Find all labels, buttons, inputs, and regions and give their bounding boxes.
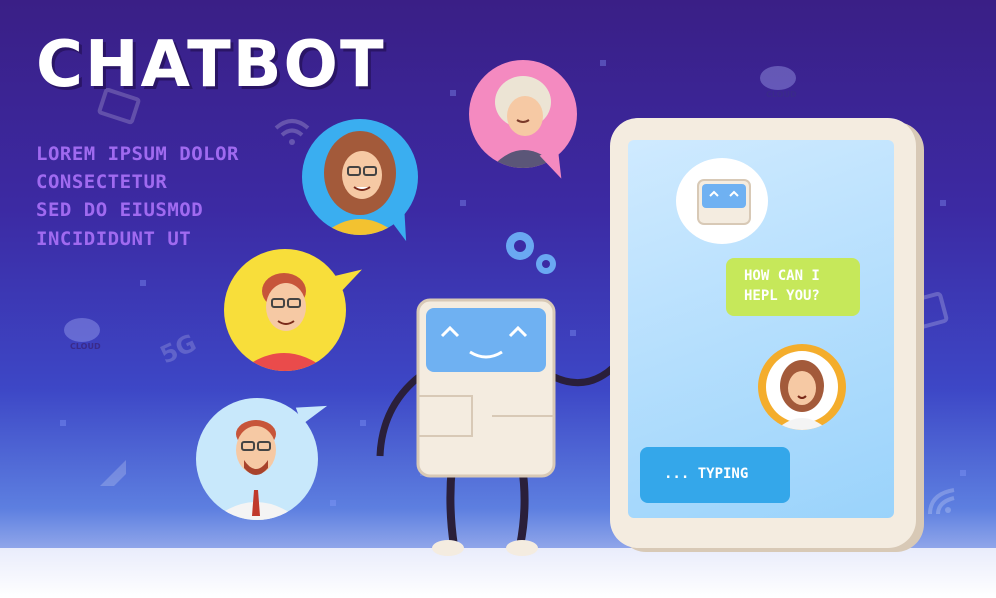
pixel-dot	[330, 500, 336, 506]
man-glasses-avatar	[240, 273, 328, 371]
subtext-line: LOREM IPSUM DOLOR	[36, 143, 239, 165]
pixel-dot	[60, 420, 66, 426]
cloud-label: CLOUD	[70, 342, 101, 351]
avatar-bubble-man-glasses	[224, 249, 346, 371]
bubble-tail	[387, 209, 415, 245]
pixel-dot	[140, 280, 146, 286]
woman-avatar	[766, 351, 838, 430]
5g-icon: 5G	[155, 328, 201, 370]
headline: CHATBOT	[36, 28, 386, 102]
pixel-dot	[940, 200, 946, 206]
chat-typing-text: ... TYPING	[664, 466, 749, 482]
subtext-line: CONSECTETUR	[36, 171, 168, 193]
chat-message-line: HEPL YOU?	[744, 288, 820, 304]
robot-face-icon	[697, 179, 751, 225]
pixel-dot	[460, 200, 466, 206]
chat-avatar-user	[758, 344, 846, 430]
subtext-line: SED DO EIUSMOD	[36, 199, 204, 221]
bubble-tail	[539, 147, 571, 183]
wifi-icon	[274, 119, 310, 145]
wifi-icon	[928, 488, 955, 515]
bubble-tail	[295, 397, 331, 425]
cursor-icon	[100, 460, 126, 486]
cloud-label: CLOUD	[766, 90, 797, 99]
pixel-dot	[450, 90, 456, 96]
gears-icon	[506, 232, 556, 274]
chat-avatar-bot	[676, 158, 768, 244]
subtext-line: INCIDIDUNT UT	[36, 228, 192, 250]
pixel-dot	[960, 470, 966, 476]
chat-message-bot-text: HOW CAN I HEPL YOU?	[744, 266, 854, 306]
chatbot-illustration: CLOUD CLOUD 5G CHATBOT LOREM IPSUM DOLOR…	[0, 0, 996, 598]
avatar-bubble-elderly-woman	[469, 60, 577, 168]
chat-message-line: HOW CAN I	[744, 268, 820, 284]
pixel-dot	[600, 60, 606, 66]
elderly-woman-avatar	[491, 76, 559, 168]
